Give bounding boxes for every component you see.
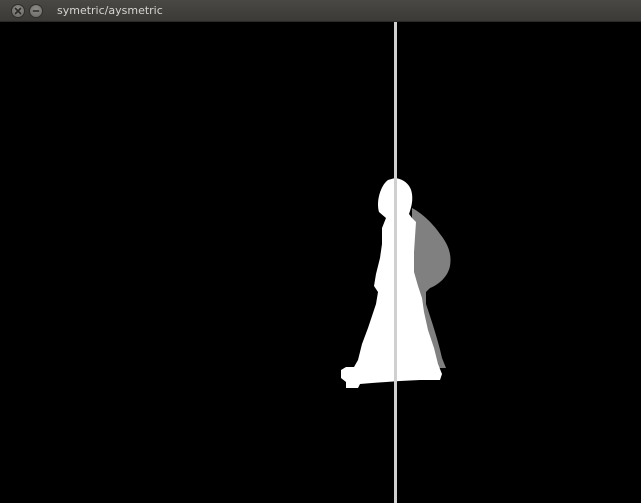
window-titlebar[interactable]: symetric/aysmetric	[0, 0, 641, 22]
minimize-icon	[32, 10, 40, 12]
minimize-button[interactable]	[29, 4, 43, 18]
silhouette-image	[341, 22, 451, 503]
close-icon	[14, 7, 22, 15]
app-window: symetric/aysmetric	[0, 0, 641, 503]
window-title: symetric/aysmetric	[57, 4, 163, 17]
close-button[interactable]	[11, 4, 25, 18]
image-canvas	[0, 22, 641, 503]
symmetry-axis-line	[394, 22, 397, 503]
